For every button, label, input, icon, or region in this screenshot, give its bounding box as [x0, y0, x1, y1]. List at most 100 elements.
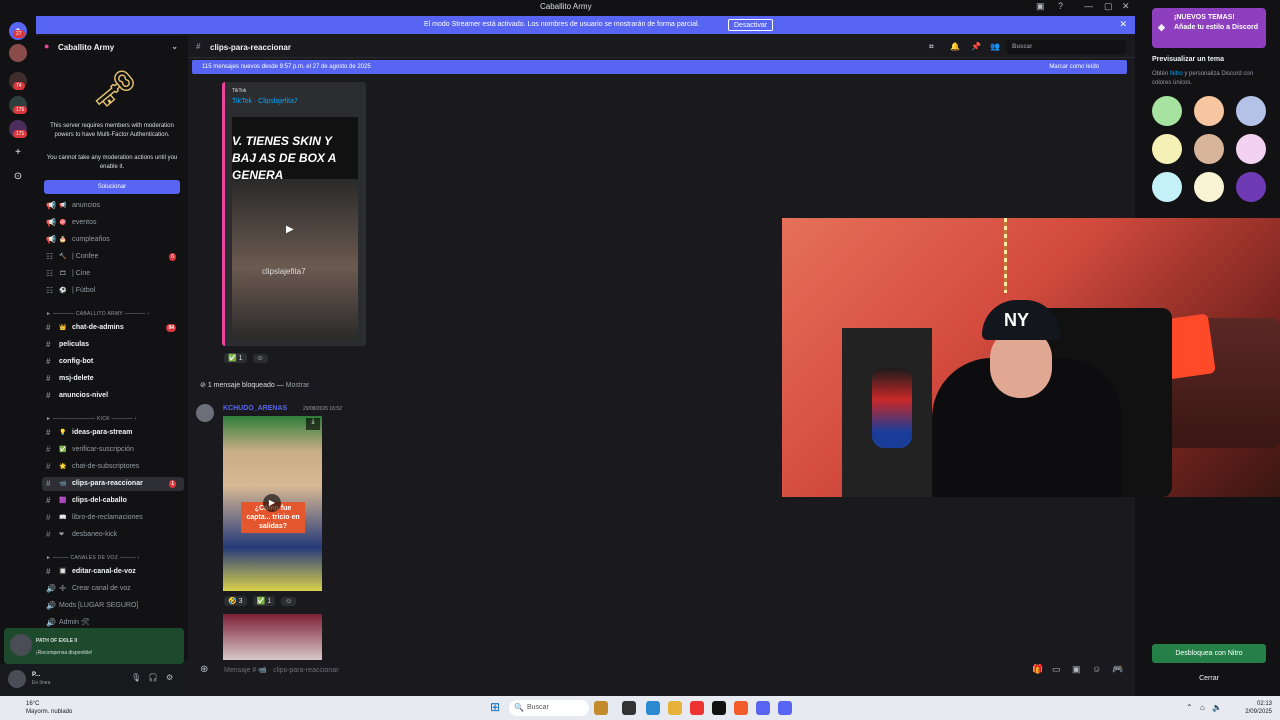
add-reaction-icon[interactable]: ☺ [281, 597, 297, 606]
new-messages-bar[interactable]: 115 mensajes nuevos desde 9:57 p.m. el 2… [192, 60, 1127, 74]
message-author[interactable]: KCHUDO_ARENAS [223, 405, 287, 412]
channel-item[interactable]: # ✅ verificar-suscripción [42, 443, 184, 457]
sticker-icon[interactable]: ▣ [1072, 664, 1081, 675]
channel-item[interactable]: # msj-delete [42, 372, 184, 386]
pin-icon[interactable]: 📌 [971, 42, 981, 51]
avatar[interactable] [8, 670, 26, 688]
teams-icon[interactable] [756, 701, 770, 715]
theme-swatch[interactable] [1194, 172, 1224, 202]
edge-icon[interactable] [646, 701, 660, 715]
app-icon[interactable] [690, 701, 704, 715]
category-header[interactable]: ► ——— CANALES DE VOZ ——— › [46, 555, 139, 561]
microphone-icon[interactable]: 🎙 [131, 673, 141, 682]
threads-icon[interactable]: ⌗ [929, 42, 934, 52]
unlock-nitro-button[interactable]: Desbloquea con Nitro [1152, 644, 1266, 663]
themes-promo[interactable]: ◈ ¡NUEVOS TEMAS! Añade tu estilo a Disco… [1152, 8, 1266, 48]
brave-icon[interactable] [734, 701, 748, 715]
add-reaction-icon[interactable]: ☺ [252, 354, 268, 363]
gift-icon[interactable]: 🎁 [1032, 664, 1043, 675]
windows-start-icon[interactable]: ⊞ [490, 700, 500, 714]
add-server-icon[interactable]: + [9, 144, 27, 162]
channel-item[interactable]: # 🌟 chat-de-subscriptores [42, 460, 184, 474]
show-blocked-link[interactable]: Mostrar [286, 382, 310, 389]
channel-item[interactable]: 📢 📢 anuncios [42, 199, 184, 213]
members-icon[interactable]: 👥 [990, 42, 1000, 51]
activity-card[interactable]: PATH OF EXILE II ¡Recompensa disponible! [4, 628, 184, 664]
server-header[interactable]: ● Caballito Army ⌄ [36, 36, 188, 56]
voice-channel-item[interactable]: 🔊 ➕ Crear canal de voz [42, 582, 184, 596]
terminal-icon[interactable] [622, 701, 636, 715]
cast-icon[interactable]: ▣ [1036, 1, 1045, 12]
maximize-button[interactable]: ▢ [1104, 1, 1113, 12]
volume-icon[interactable]: 🔈 [1212, 703, 1222, 712]
category-header[interactable]: ► ———————— KICK ———— › [46, 416, 136, 422]
reaction[interactable]: ✅ 1 [224, 353, 247, 363]
add-attachment-icon[interactable]: ⊕ [200, 664, 208, 675]
theme-swatch[interactable] [1236, 172, 1266, 202]
clock[interactable]: 02:13 2/09/2025 [1245, 700, 1272, 716]
channel-item[interactable]: 📢 🎯 eventos [42, 216, 184, 230]
gif-icon[interactable]: ▭ [1052, 664, 1061, 675]
chevron-down-icon[interactable]: ⌄ [171, 42, 178, 51]
channel-item[interactable]: ☷ 🔨 | Confee 6 [42, 250, 184, 264]
search-input[interactable]: Buscar [1006, 40, 1126, 54]
server-icon[interactable] [9, 44, 27, 62]
channel-item[interactable]: # 📖 libro-de-reclamaciones [42, 511, 184, 525]
avatar[interactable] [196, 404, 214, 422]
theme-swatch[interactable] [1236, 134, 1266, 164]
embed-video[interactable]: V. TIENES SKIN Y BAJ AS DE BOX A GENERA … [232, 117, 358, 340]
emoji-icon[interactable]: ☺ [1092, 664, 1101, 674]
theme-swatch[interactable] [1194, 134, 1224, 164]
voice-channel-item[interactable]: 🔊 Mods [LUGAR SEGURO] [42, 599, 184, 613]
video-attachment[interactable] [223, 614, 322, 660]
theme-swatch[interactable] [1236, 96, 1266, 126]
network-icon[interactable]: ⌂ [1200, 703, 1205, 712]
play-icon[interactable]: ▶ [263, 494, 281, 512]
channel-item[interactable]: # peliculas [42, 338, 184, 352]
mark-as-read-button[interactable]: Marcar como leído [1049, 64, 1099, 70]
theme-swatch[interactable] [1152, 134, 1182, 164]
channel-item[interactable]: # 🟪 clips-del-caballo [42, 494, 184, 508]
notification-icon[interactable]: 🔔 [950, 42, 960, 51]
close-icon[interactable]: ✕ [1119, 19, 1127, 30]
channel-item[interactable]: # config-bot [42, 355, 184, 369]
nitro-link[interactable]: Nitro [1170, 71, 1183, 77]
theme-swatch[interactable] [1194, 96, 1224, 126]
channel-item[interactable]: 📢 🎂 cumpleaños [42, 233, 184, 247]
category-header[interactable]: ► ———— CABALLITO ARMY ———— › [46, 311, 149, 317]
message-input[interactable]: Mensaje # 📹 · clips-para-reaccionar [224, 666, 339, 674]
channel-item-active[interactable]: # 📹 clips-para-reaccionar 1 [42, 477, 184, 491]
embed-title-link[interactable]: TikTok · Clipslajefita7 [232, 98, 298, 105]
channel-item[interactable]: # 💡 ideas-para-stream [42, 426, 184, 440]
fix-mfa-button[interactable]: Solucionar [44, 180, 180, 194]
game-app-icon[interactable] [594, 701, 608, 715]
video-attachment[interactable]: ¿Cómo fue capta... tricio en salidas? ▶ … [223, 416, 322, 591]
folder-icon[interactable] [668, 701, 682, 715]
help-icon[interactable]: ? [1058, 1, 1063, 11]
close-button[interactable]: Cerrar [1152, 671, 1266, 687]
minimize-button[interactable]: — [1084, 1, 1093, 11]
apps-icon[interactable]: 🎮 [1112, 664, 1123, 675]
message-composer[interactable]: ⊕ Mensaje # 📹 · clips-para-reaccionar 🎁 … [192, 660, 1135, 680]
theme-swatch[interactable] [1152, 96, 1182, 126]
channel-item[interactable]: # 🔲 editar-canal-de-voz [42, 565, 184, 579]
channel-item[interactable]: # 👑 chat-de-admins 94 [42, 321, 184, 335]
channel-item[interactable]: # ❤ desbaneo-kick [42, 528, 184, 542]
download-icon[interactable]: ⤓ [306, 418, 320, 430]
close-window-button[interactable]: ✕ [1122, 1, 1130, 12]
play-icon[interactable]: ▶ [286, 224, 294, 235]
reaction[interactable]: 🤣 3 [224, 596, 247, 606]
tray-chevron-icon[interactable]: ⌃ [1186, 703, 1193, 712]
explore-icon[interactable]: ⊙ [9, 168, 27, 186]
discord-icon[interactable] [778, 701, 792, 715]
channel-item[interactable]: # anuncios-nivel [42, 389, 184, 403]
headphones-icon[interactable]: 🎧 [148, 673, 158, 682]
reaction[interactable]: ✅ 1 [252, 596, 276, 606]
channel-item[interactable]: ☷ ⚽ | Fútbol [42, 284, 184, 298]
channel-item[interactable]: ☷ 🎞 | Cine [42, 267, 184, 281]
disable-streamer-button[interactable]: Desactivar [728, 19, 774, 31]
obs-icon[interactable] [712, 701, 726, 715]
theme-swatch[interactable] [1152, 172, 1182, 202]
gear-icon[interactable]: ⚙ [166, 673, 173, 682]
weather-widget[interactable]: 16°C Mayorm. nublado [26, 700, 72, 716]
